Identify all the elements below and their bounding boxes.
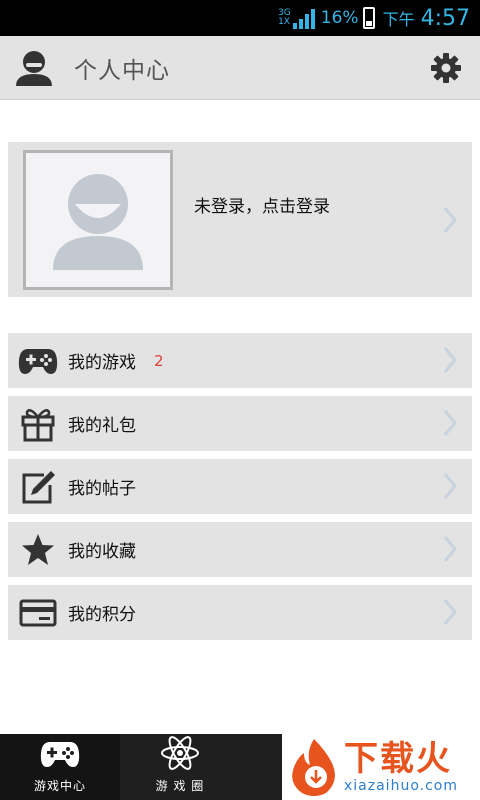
menu-item-my-points[interactable]: 我的积分	[8, 585, 472, 640]
status-bar: 3G 1X 16% 下午 4:57	[0, 0, 480, 36]
chevron-right-icon	[443, 536, 457, 562]
watermark-logo: 下载火 xiazaihuo.com	[282, 734, 480, 800]
time-period: 下午	[382, 10, 415, 29]
star-icon	[18, 530, 58, 570]
chevron-right-icon	[443, 473, 457, 499]
menu-item-my-favorites[interactable]: 我的收藏	[8, 522, 472, 577]
gamepad-icon	[40, 742, 80, 767]
gift-icon	[18, 404, 58, 444]
clock: 4:57	[420, 5, 470, 31]
signal-icon	[292, 7, 315, 29]
menu-item-label: 我的礼包	[68, 416, 136, 436]
watermark-title: 下载火	[344, 739, 452, 779]
battery-icon	[362, 7, 375, 29]
avatar[interactable]	[23, 149, 173, 290]
tab-label: 游 戏 圈	[155, 779, 205, 793]
page-title: 个人中心	[74, 57, 170, 84]
watermark-url: xiazaihuo.com	[344, 778, 458, 794]
count-badge: 2	[154, 351, 164, 370]
gear-icon[interactable]	[430, 52, 462, 84]
chevron-right-icon	[443, 599, 457, 625]
menu-item-my-gifts[interactable]: 我的礼包	[8, 396, 472, 451]
menu-item-my-posts[interactable]: 我的帖子	[8, 459, 472, 514]
tab-game-center[interactable]: 游戏中心	[0, 734, 120, 800]
menu-item-label: 我的收藏	[68, 542, 136, 562]
network-type: 3G 1X	[278, 8, 291, 27]
chevron-right-icon	[443, 347, 457, 373]
card-icon	[18, 593, 58, 633]
chevron-right-icon	[443, 207, 457, 233]
tab-label: 游戏中心	[33, 779, 86, 793]
chevron-right-icon	[443, 410, 457, 436]
login-card[interactable]: 未登录，点击登录	[8, 142, 472, 297]
edit-icon	[18, 467, 58, 507]
gamepad-icon	[18, 341, 58, 381]
default-avatar-icon	[53, 173, 143, 270]
user-icon[interactable]	[14, 48, 54, 88]
login-prompt[interactable]: 未登录，点击登录	[194, 192, 330, 217]
battery-percent: 16%	[320, 8, 359, 28]
menu-item-label: 我的帖子	[68, 479, 136, 499]
header-bar: 个人中心	[0, 36, 480, 100]
menu-item-label: 我的积分	[68, 605, 136, 625]
atom-icon	[161, 736, 199, 770]
menu-item-my-games[interactable]: 我的游戏 2	[8, 333, 472, 388]
flame-logo-icon	[292, 739, 335, 796]
tab-game-circle[interactable]: 游 戏 圈	[120, 734, 240, 800]
menu-item-label: 我的游戏	[68, 353, 136, 373]
